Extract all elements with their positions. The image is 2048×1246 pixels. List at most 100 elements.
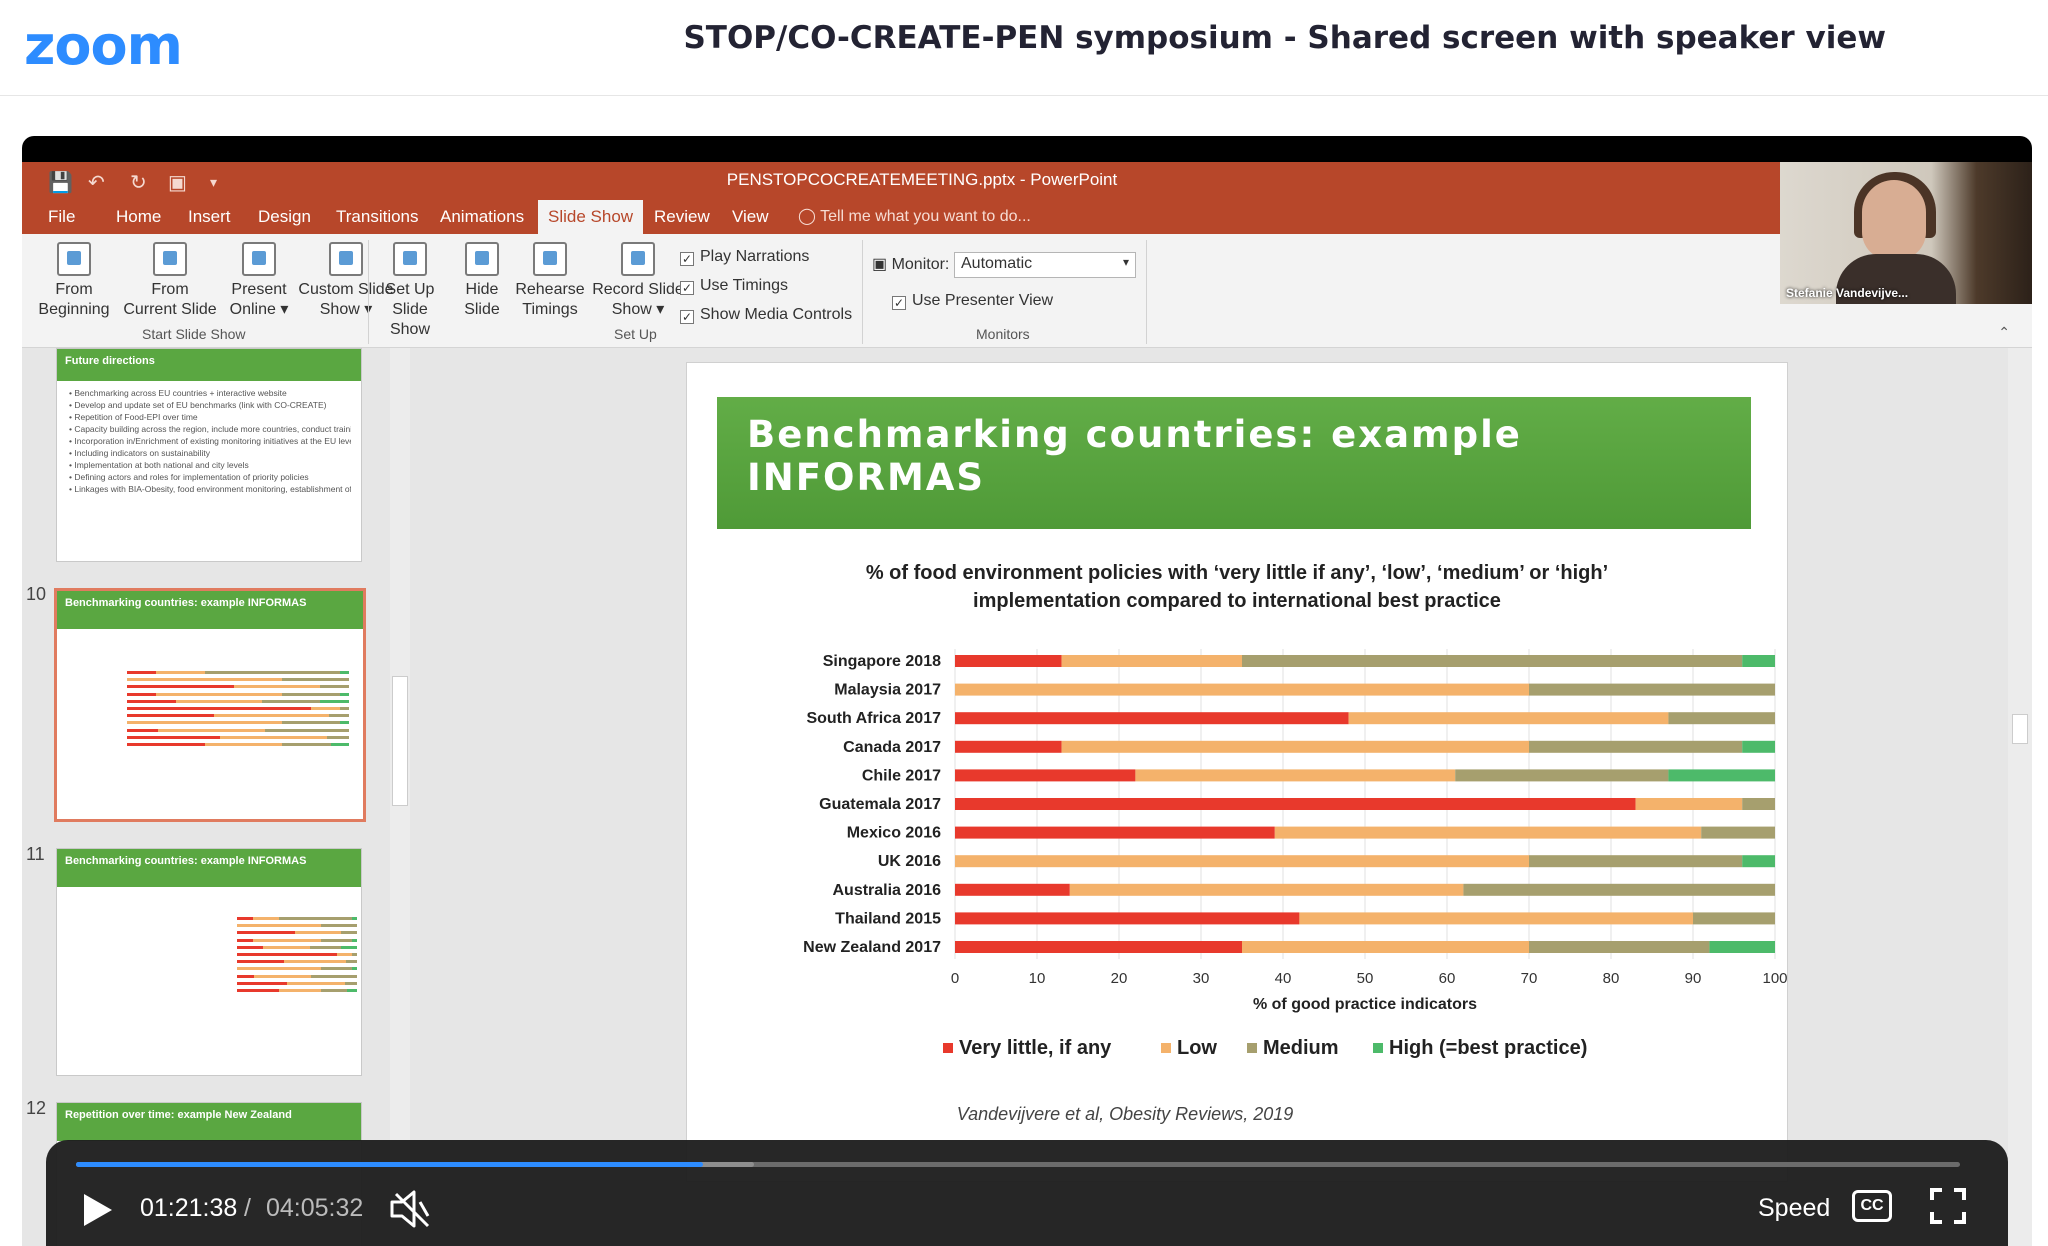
tab-slide-show[interactable]: Slide Show	[538, 200, 644, 234]
thumbnail-bar-segment	[311, 974, 357, 978]
bar-segment	[1668, 712, 1775, 725]
button-label: Set Up	[385, 281, 435, 298]
tab-home[interactable]: Home	[106, 200, 171, 234]
thumbnail-bullet: • Including indicators on sustainability	[69, 448, 210, 458]
bar-segment	[955, 912, 1300, 925]
bar-segment	[1668, 769, 1775, 782]
checkbox-checked-icon: ✓	[892, 296, 906, 310]
bar-segment	[1529, 740, 1743, 753]
button-label: From	[55, 281, 93, 298]
thumbnail-bar-segment	[127, 685, 234, 689]
tell-me-search[interactable]: ◯ Tell me what you want to do...	[798, 200, 1031, 234]
thumbnail-bar-segment	[252, 938, 321, 942]
collapse-ribbon-icon[interactable]: ⌃	[1998, 324, 2010, 341]
thumbnail-bar-segment	[158, 728, 265, 732]
thumbnail-bar-segment	[237, 917, 253, 920]
tab-view[interactable]: View	[722, 200, 779, 234]
button-label: Hide	[465, 281, 499, 298]
legend-label: Medium	[1263, 1037, 1339, 1059]
scrollbar-thumb[interactable]	[2012, 714, 2028, 744]
bar-segment	[955, 883, 1070, 896]
slide-thumbnail-11[interactable]: Benchmarking countries: example INFORMAS	[56, 848, 362, 1076]
use-presenter-view-checkbox[interactable]: ✓ Use Presenter View	[892, 292, 1053, 310]
thumbnail-bar-segment	[127, 678, 283, 682]
shared-screen-video[interactable]: 💾 ↶ ↻ ▣ ▾ PENSTOPCOCREATEMEETING.pptx - …	[22, 136, 2032, 1246]
slide-canvas[interactable]: Benchmarking countries: example INFORMAS…	[686, 362, 1788, 1182]
rehearse-timings-button[interactable]: Rehearse Timings	[514, 242, 586, 320]
use-timings-checkbox[interactable]: ✓ Use Timings	[680, 277, 788, 295]
bar-segment	[955, 683, 1529, 696]
category-label: UK 2016	[878, 853, 941, 870]
bar-segment	[1348, 712, 1669, 725]
record-slide-show-button[interactable]: Record Slide Show ▾	[590, 242, 686, 320]
slide-citation: Vandevijvere et al, Obesity Reviews, 201…	[956, 1104, 1294, 1124]
tab-design[interactable]: Design	[248, 200, 321, 234]
ppt-title-bar: 💾 ↶ ↻ ▣ ▾ PENSTOPCOCREATEMEETING.pptx - …	[22, 162, 2032, 200]
ribbon-separator	[368, 240, 369, 344]
monitor-dropdown[interactable]: Automatic ▾	[954, 252, 1136, 278]
fullscreen-icon[interactable]	[1930, 1188, 1966, 1224]
bar-segment	[1529, 855, 1743, 868]
checkbox-label: Play Narrations	[700, 248, 810, 265]
x-tick-label: 100	[1762, 970, 1787, 987]
play-narrations-checkbox[interactable]: ✓ Play Narrations	[680, 248, 809, 266]
thumbnail-bar-segment	[321, 924, 357, 928]
recording-title: STOP/CO-CREATE-PEN symposium - Shared sc…	[683, 20, 1886, 56]
thumbnail-title: Benchmarking countries: example INFORMAS	[57, 591, 363, 629]
thumbnail-bar-segment	[340, 721, 349, 725]
scrollbar-thumb[interactable]	[392, 676, 408, 806]
thumbnail-bar-segment	[320, 685, 349, 689]
thumbnail-bar-segment	[346, 960, 357, 964]
slide-scrollbar[interactable]	[2008, 348, 2032, 1246]
present-online-button[interactable]: Present Online ▾	[224, 242, 294, 320]
thumbnail-bar-segment	[311, 707, 341, 710]
x-tick-label: 10	[1029, 970, 1046, 987]
bar-segment	[1709, 941, 1775, 953]
hide-slide-button[interactable]: Hide Slide	[456, 242, 508, 320]
progress-fill	[76, 1162, 704, 1167]
thumbnail-bar-segment	[127, 699, 176, 703]
tab-file[interactable]: File	[38, 200, 85, 234]
thumbnail-bar-segment	[237, 938, 253, 942]
thumbnail-bullet-list: • Benchmarking across EU countries + int…	[57, 381, 361, 495]
thumbnail-bar-segment	[340, 692, 349, 696]
thumbnail-bullet: • Implementation at both national and ci…	[69, 460, 249, 470]
thumbnail-bar-segment	[204, 743, 283, 746]
thumbnail-bar-segment	[237, 924, 321, 928]
tab-insert[interactable]: Insert	[178, 200, 241, 234]
set-up-slide-show-button[interactable]: Set Up Slide Show	[370, 242, 450, 340]
thumbnail-bar-segment	[282, 692, 341, 696]
thumbnail-scrollbar[interactable]	[390, 348, 410, 1246]
checkbox-label: Use Presenter View	[912, 292, 1054, 309]
play-icon[interactable]	[76, 1190, 116, 1230]
tab-animations[interactable]: Animations	[430, 200, 534, 234]
thumbnail-bar-segment	[340, 707, 349, 710]
from-beginning-button[interactable]: From Beginning	[38, 242, 110, 320]
volume-muted-icon[interactable]	[388, 1188, 434, 1230]
lightbulb-icon: ◯	[798, 208, 821, 225]
zoom-header: zoom STOP/CO-CREATE-PEN symposium - Shar…	[0, 0, 2048, 96]
thumbnail-bar-segment	[321, 967, 353, 971]
bar-segment	[955, 769, 1136, 782]
tab-transitions[interactable]: Transitions	[326, 200, 429, 234]
closed-captions-button[interactable]: CC	[1852, 1190, 1892, 1222]
thumbnail-bar-segment	[127, 743, 205, 746]
category-label: Canada 2017	[843, 739, 941, 756]
progress-bar[interactable]	[76, 1162, 1960, 1167]
slide-thumbnail-10[interactable]: Benchmarking countries: example INFORMAS	[54, 588, 366, 822]
thumbnail-bullet: • Capacity building across the region, i…	[69, 424, 351, 434]
from-current-slide-button[interactable]: From Current Slide	[120, 242, 220, 320]
category-label: South Africa 2017	[806, 710, 941, 727]
button-label: Timings	[522, 301, 578, 318]
custom-show-icon	[329, 242, 363, 276]
speed-button[interactable]: Speed	[1758, 1194, 1830, 1223]
record-icon	[621, 242, 655, 276]
thumbnail-bar-segment	[175, 699, 263, 703]
slide-thumbnail-9[interactable]: Future directions • Benchmarking across …	[56, 348, 362, 562]
tab-review[interactable]: Review	[644, 200, 720, 234]
category-label: New Zealand 2017	[803, 939, 941, 956]
zoom-logo[interactable]: zoom	[24, 14, 183, 77]
thumbnail-bar-segment	[352, 967, 357, 971]
powerpoint-window: 💾 ↶ ↻ ▣ ▾ PENSTOPCOCREATEMEETING.pptx - …	[22, 162, 2032, 1246]
show-media-controls-checkbox[interactable]: ✓ Show Media Controls	[680, 306, 852, 324]
